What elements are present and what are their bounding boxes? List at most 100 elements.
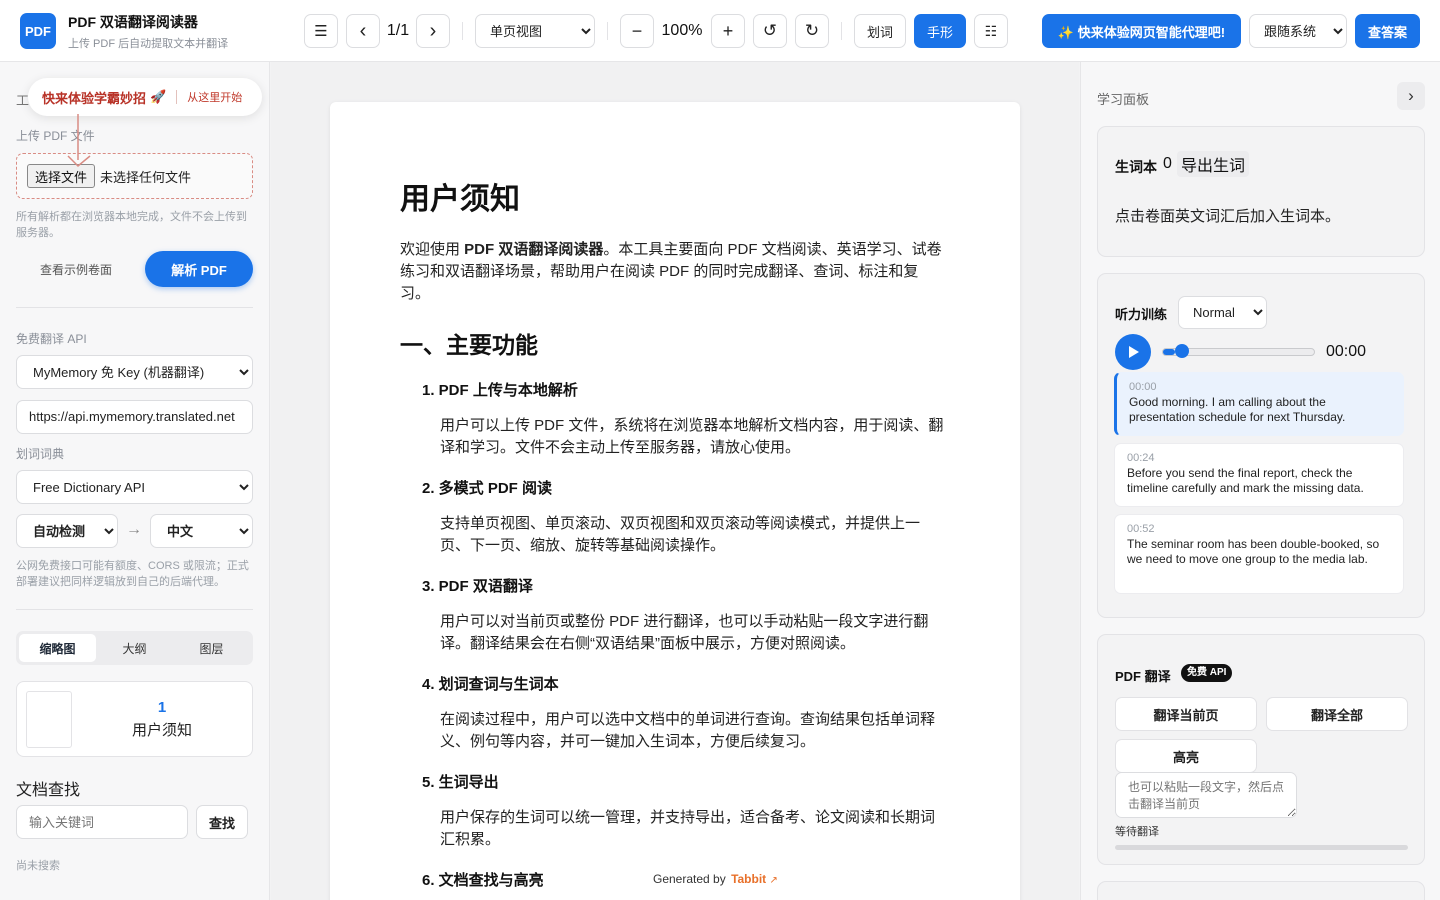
grid-icon[interactable]: ☷	[974, 14, 1008, 48]
search-button[interactable]: 查找	[196, 805, 248, 839]
tab-thumbnails[interactable]: 缩略图	[19, 634, 96, 662]
no-file-text: 未选择任何文件	[100, 169, 192, 185]
highlight-button[interactable]: 高亮	[1115, 739, 1257, 773]
vocab-label: 生词本	[1115, 159, 1157, 175]
tools-section-title: 工	[16, 93, 30, 108]
document-viewer[interactable]: 用户须知 欢迎使用 PDF 双语翻译阅读器。本工具主要面向 PDF 文档阅读、英…	[271, 62, 1079, 900]
doc-section-heading: 一、主要功能	[400, 332, 538, 358]
generated-by-footer: Generated by Tabbit ↗	[653, 872, 778, 886]
app-logo: PDF	[20, 13, 56, 49]
audio-time: 00:00	[1326, 343, 1367, 360]
api-label: 免费翻译 API	[16, 332, 87, 346]
audio-progress-fill	[1163, 349, 1175, 355]
menu-icon[interactable]: ☰	[304, 14, 338, 48]
hand-tool-button[interactable]: 手形	[914, 14, 966, 48]
tooltip-arrow-icon	[67, 114, 91, 168]
play-icon[interactable]	[1115, 334, 1151, 370]
tooltip-start-link[interactable]: 从这里开始	[187, 89, 242, 105]
page-thumbnail[interactable]: 1 用户须知	[16, 681, 253, 757]
cors-note: 公网免费接口可能有额度、CORS 或限流；正式部署建议把同样逻辑放到自己的后端代…	[16, 560, 249, 588]
view-mode-select[interactable]: 单页视图	[475, 14, 595, 48]
answer-button[interactable]: 查答案	[1355, 14, 1420, 48]
target-lang-select[interactable]: 中文	[150, 514, 253, 548]
listening-card: 听力训练 Normal 00:00 00:00 Good morning. I …	[1097, 273, 1425, 618]
translate-all-button[interactable]: 翻译全部	[1266, 697, 1408, 731]
zoom-out-button[interactable]: −	[620, 14, 654, 48]
doc-title: 用户须知	[400, 183, 520, 216]
zoom-level: 100%	[661, 22, 703, 39]
divider	[16, 609, 253, 610]
learning-panel: 学习面板 › 生词本 0 导出生词 点击卷面英文词汇后加入生词本。 听力训练 N…	[1080, 62, 1440, 900]
search-title: 文档查找	[16, 782, 81, 799]
api-url-input[interactable]: https://api.mymemory.translated.net	[16, 400, 253, 434]
transcript-text: Good morning. I am calling about the pre…	[1129, 395, 1346, 424]
rotate-right-icon[interactable]: ↻	[795, 14, 829, 48]
doc-item-title: 6. 文档查找与高亮	[422, 872, 544, 889]
transcript-line[interactable]: 00:24 Before you send the final report, …	[1114, 443, 1404, 507]
doc-item-body: 支持单页视图、单页滚动、双页视图和双页滚动等阅读模式，并提供上一页、下一页、缩放…	[440, 515, 921, 554]
source-lang-select[interactable]: 自动检测	[16, 514, 118, 548]
audio-progress-track[interactable]	[1162, 344, 1315, 358]
next-card	[1097, 881, 1425, 900]
thumbnail-image	[26, 691, 72, 748]
doc-item-body: 在阅读过程中，用户可以选中文档中的单词进行查询。查询结果包括单词释义、例句等内容…	[440, 711, 936, 750]
tab-outline[interactable]: 大纲	[96, 640, 173, 657]
external-link-icon: ↗	[769, 875, 778, 886]
free-api-badge: 免费 API	[1181, 664, 1233, 682]
privacy-note: 所有解析都在浏览器本地完成，文件不会上传到服务器。	[16, 211, 247, 239]
left-sidebar: 工 快来体验学霸妙招 🚀 从这里开始 上传 PDF 文件 选择文件 未选择任何文…	[0, 62, 270, 900]
theme-select[interactable]: 跟随系统	[1249, 14, 1347, 48]
tooltip-divider	[176, 90, 178, 104]
api-select[interactable]: MyMemory 免 Key (机器翻译)	[16, 355, 253, 389]
export-vocab-button[interactable]: 导出生词	[1177, 151, 1250, 177]
onboarding-tooltip[interactable]: 快来体验学霸妙招 🚀 从这里开始	[28, 78, 262, 116]
panel-title: 学习面板	[1097, 92, 1150, 107]
divider	[462, 22, 463, 40]
upload-dropzone[interactable]: 选择文件 未选择任何文件	[16, 153, 253, 199]
doc-item-title: 5. 生词导出	[422, 774, 499, 791]
zoom-in-button[interactable]: +	[711, 14, 745, 48]
thumbnail-title: 用户须知	[131, 722, 192, 739]
app-subtitle: 上传 PDF 后自动提取文本并翻译	[68, 38, 229, 50]
pdf-page[interactable]: 用户须知 欢迎使用 PDF 双语翻译阅读器。本工具主要面向 PDF 文档阅读、英…	[330, 102, 1020, 900]
tab-layers[interactable]: 图层	[173, 640, 250, 657]
sample-paper-button[interactable]: 查看示例卷面	[16, 251, 136, 287]
dict-label: 划词词典	[16, 447, 65, 461]
app-title: PDF 双语翻译阅读器	[68, 14, 198, 30]
doc-item-title: 2. 多模式 PDF 阅读	[422, 480, 553, 497]
parse-pdf-button[interactable]: 解析 PDF	[145, 251, 253, 287]
transcript-line-active[interactable]: 00:00 Good morning. I am calling about t…	[1114, 372, 1404, 436]
search-input[interactable]	[16, 805, 188, 839]
translation-card: PDF 翻译 免费 API 翻译当前页 翻译全部 高亮 等待翻译	[1097, 634, 1425, 865]
rotate-left-icon[interactable]: ↺	[753, 14, 787, 48]
audio-progress-thumb[interactable]	[1175, 344, 1189, 358]
divider	[607, 22, 608, 40]
select-word-button[interactable]: 划词	[854, 14, 906, 48]
next-page-button[interactable]: ›	[416, 14, 450, 48]
vocab-hint: 点击卷面英文词汇后加入生词本。	[1115, 208, 1341, 225]
vocab-card: 生词本 0 导出生词 点击卷面英文词汇后加入生词本。	[1097, 126, 1425, 257]
translation-label: PDF 翻译	[1115, 669, 1171, 684]
collapse-panel-icon[interactable]: ›	[1397, 82, 1425, 110]
sidebar-tabs: 缩略图 大纲 图层	[16, 631, 253, 665]
vocab-count-badge: 0	[1163, 155, 1172, 172]
translation-status: 等待翻译	[1115, 826, 1159, 838]
transcript-line[interactable]: 00:52 The seminar room has been double-b…	[1114, 514, 1404, 594]
tabbit-brand-link[interactable]: Tabbit	[731, 872, 766, 886]
promo-agent-button[interactable]: ✨ 快来体验网页智能代理吧!	[1042, 14, 1241, 48]
prev-page-button[interactable]: ‹	[346, 14, 380, 48]
speed-select[interactable]: Normal	[1178, 296, 1267, 329]
doc-item-body: 用户可以对当前页或整份 PDF 进行翻译，也可以手动粘贴一段文字进行翻译。翻译结…	[440, 613, 929, 652]
top-toolbar: PDF PDF 双语翻译阅读器 上传 PDF 后自动提取文本并翻译 ☰ ‹ 1/…	[0, 0, 1440, 62]
thumbnail-page-number: 1	[157, 699, 167, 716]
transcript-text: Before you send the final report, check …	[1127, 466, 1364, 495]
translate-page-button[interactable]: 翻译当前页	[1115, 697, 1257, 731]
translate-textarea[interactable]	[1115, 772, 1297, 818]
doc-item-title: 1. PDF 上传与本地解析	[422, 382, 578, 399]
page-indicator: 1/1	[386, 22, 410, 39]
transcript-time: 00:52	[1127, 523, 1155, 535]
transcript-text: The seminar room has been double-booked,…	[1127, 537, 1380, 566]
dict-select[interactable]: Free Dictionary API	[16, 470, 253, 504]
doc-item-title: 3. PDF 双语翻译	[422, 578, 533, 595]
tooltip-title: 快来体验学霸妙招	[42, 90, 147, 106]
